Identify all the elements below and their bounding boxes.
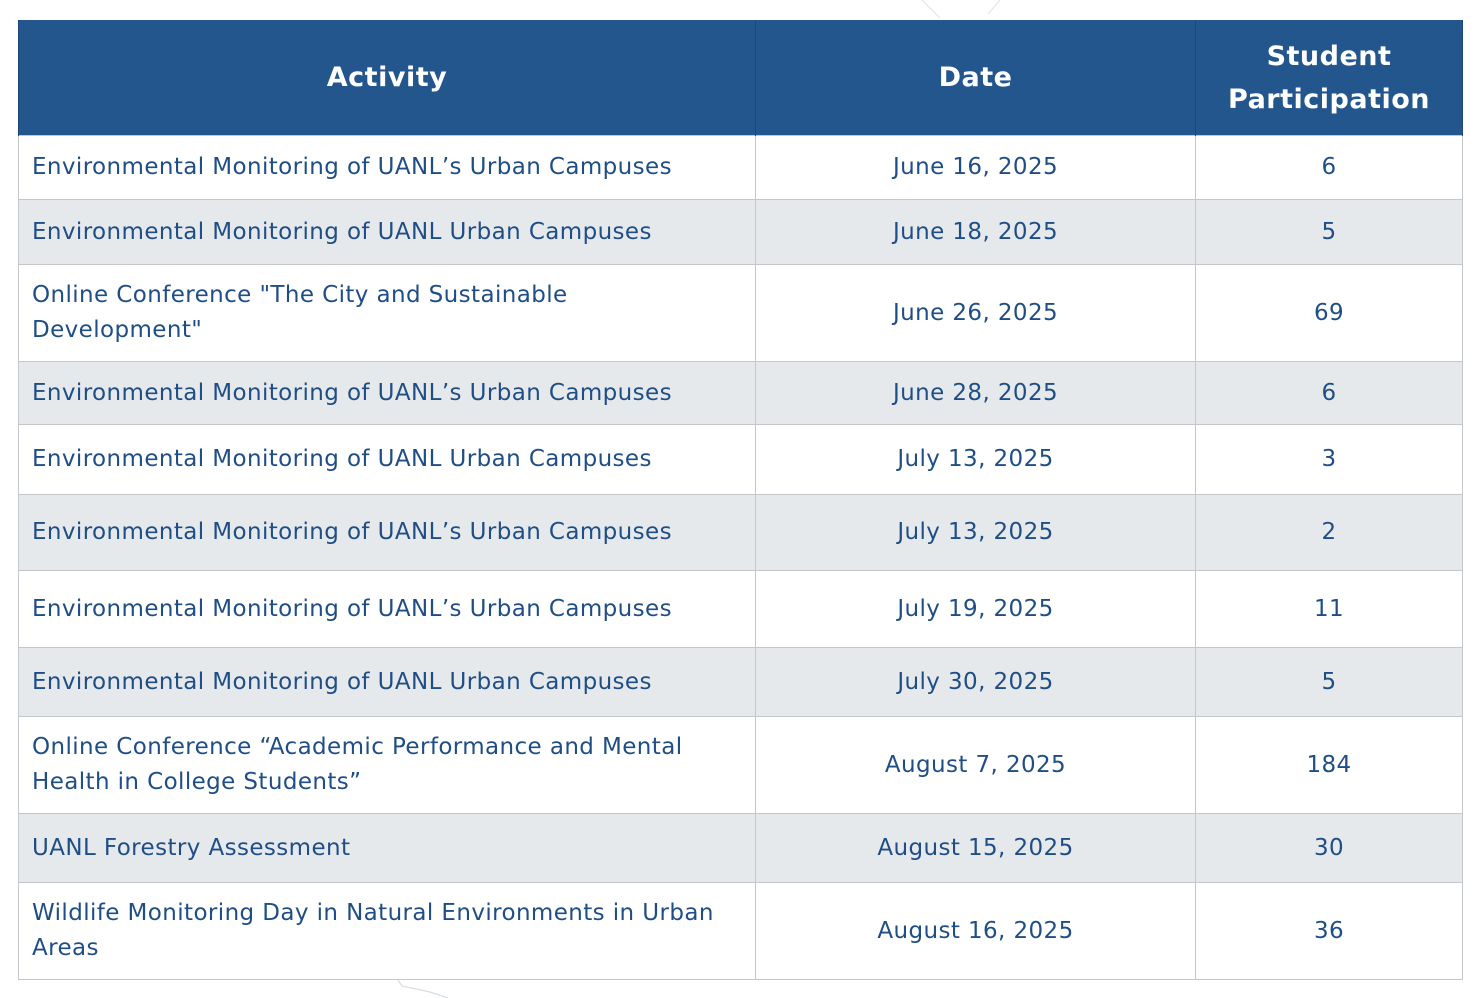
student-activities-table: Activity Date Student Participation Envi… xyxy=(18,20,1463,980)
date-cell: July 30, 2025 xyxy=(755,647,1196,717)
date-cell: August 7, 2025 xyxy=(755,716,1196,814)
date-column-header: Date xyxy=(755,20,1196,136)
table-row: Online Conference "The City and Sustaina… xyxy=(18,264,1463,362)
date-cell: July 19, 2025 xyxy=(755,570,1196,648)
date-cell: July 13, 2025 xyxy=(755,424,1196,495)
participation-cell: 11 xyxy=(1195,570,1463,648)
participation-cell: 5 xyxy=(1195,647,1463,717)
activity-cell: Environmental Monitoring of UANL Urban C… xyxy=(18,199,756,265)
participation-cell: 36 xyxy=(1195,882,1463,980)
participation-cell: 6 xyxy=(1195,135,1463,200)
table-row: Environmental Monitoring of UANL’s Urban… xyxy=(18,494,1463,571)
activity-cell: Online Conference "The City and Sustaina… xyxy=(18,264,756,362)
table-row: UANL Forestry Assessment August 15, 2025… xyxy=(18,813,1463,883)
participation-cell: 5 xyxy=(1195,199,1463,265)
activity-cell: UANL Forestry Assessment xyxy=(18,813,756,883)
date-cell: July 13, 2025 xyxy=(755,494,1196,571)
table-row: Environmental Monitoring of UANL Urban C… xyxy=(18,199,1463,265)
table-row: Environmental Monitoring of UANL’s Urban… xyxy=(18,361,1463,425)
date-cell: August 15, 2025 xyxy=(755,813,1196,883)
date-cell: June 28, 2025 xyxy=(755,361,1196,425)
table-row: Environmental Monitoring of UANL Urban C… xyxy=(18,647,1463,717)
activity-cell: Environmental Monitoring of UANL Urban C… xyxy=(18,424,756,495)
participation-cell: 3 xyxy=(1195,424,1463,495)
activity-cell: Environmental Monitoring of UANL Urban C… xyxy=(18,647,756,717)
table-row: Environmental Monitoring of UANL’s Urban… xyxy=(18,135,1463,200)
activity-cell: Environmental Monitoring of UANL’s Urban… xyxy=(18,361,756,425)
date-cell: June 18, 2025 xyxy=(755,199,1196,265)
table-row: Environmental Monitoring of UANL Urban C… xyxy=(18,424,1463,495)
date-cell: August 16, 2025 xyxy=(755,882,1196,980)
participation-cell: 2 xyxy=(1195,494,1463,571)
activity-cell: Environmental Monitoring of UANL’s Urban… xyxy=(18,135,756,200)
header-row: Activity Date Student Participation xyxy=(18,20,1463,136)
activity-column-header: Activity xyxy=(18,20,756,136)
table-row: Wildlife Monitoring Day in Natural Envir… xyxy=(18,882,1463,980)
participation-cell: 69 xyxy=(1195,264,1463,362)
participation-column-header: Student Participation xyxy=(1195,20,1463,136)
date-cell: June 16, 2025 xyxy=(755,135,1196,200)
participation-cell: 30 xyxy=(1195,813,1463,883)
activity-cell: Environmental Monitoring of UANL’s Urban… xyxy=(18,570,756,648)
activity-cell: Environmental Monitoring of UANL’s Urban… xyxy=(18,494,756,571)
activity-cell: Wildlife Monitoring Day in Natural Envir… xyxy=(18,882,756,980)
table-row: Online Conference “Academic Performance … xyxy=(18,716,1463,814)
participation-cell: 184 xyxy=(1195,716,1463,814)
date-cell: June 26, 2025 xyxy=(755,264,1196,362)
activity-cell: Online Conference “Academic Performance … xyxy=(18,716,756,814)
table-row: Environmental Monitoring of UANL’s Urban… xyxy=(18,570,1463,648)
participation-cell: 6 xyxy=(1195,361,1463,425)
